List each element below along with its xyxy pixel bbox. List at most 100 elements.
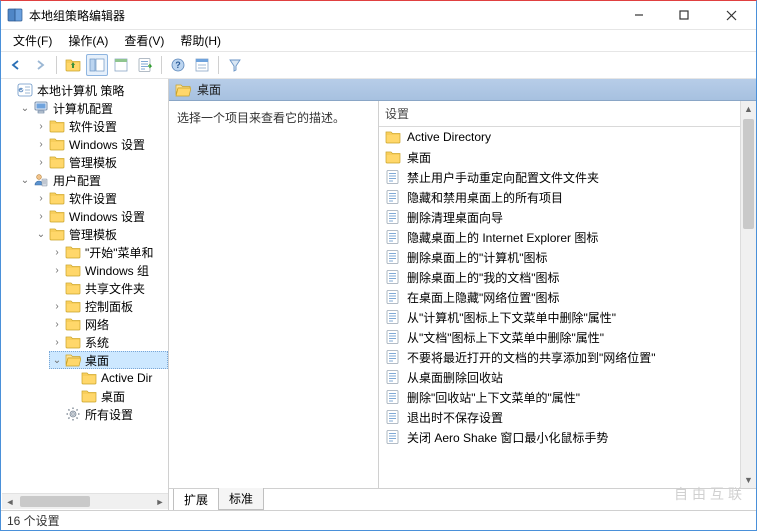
menu-file[interactable]: 文件(F) bbox=[5, 30, 60, 51]
export-button[interactable] bbox=[134, 54, 156, 76]
policy-icon bbox=[385, 389, 401, 405]
list-item-label: 删除"回收站"上下文菜单的"属性" bbox=[407, 389, 580, 406]
maximize-button[interactable] bbox=[661, 1, 706, 29]
tree-user-config[interactable]: ⌄ 用户配置 bbox=[17, 171, 168, 189]
scroll-thumb[interactable] bbox=[743, 119, 754, 229]
computer-icon bbox=[33, 100, 49, 116]
list-item[interactable]: 删除桌面上的"我的文档"图标 bbox=[379, 267, 740, 287]
expand-twisty-icon[interactable]: ⌄ bbox=[19, 103, 31, 114]
list-item[interactable]: 隐藏和禁用桌面上的所有项目 bbox=[379, 187, 740, 207]
tree-hscrollbar[interactable]: ◄ ► bbox=[2, 493, 168, 509]
list-item[interactable]: 隐藏桌面上的 Internet Explorer 图标 bbox=[379, 227, 740, 247]
nav-forward-button[interactable] bbox=[29, 54, 51, 76]
scroll-down-icon[interactable]: ▼ bbox=[741, 472, 756, 488]
tree-u-cpanel[interactable]: ›控制面板 bbox=[49, 297, 168, 315]
tree-pane: 本地计算机 策略 ⌄ 计算机配置 ›软件设置 ›Windows 设置 bbox=[1, 79, 169, 510]
tree-u-startmenu[interactable]: ›"开始"菜单和 bbox=[49, 243, 168, 261]
list-item[interactable]: 从"计算机"图标上下文菜单中删除"属性" bbox=[379, 307, 740, 327]
tree-label: 计算机配置 bbox=[53, 100, 113, 117]
tree-label: 桌面 bbox=[101, 388, 125, 405]
tree-u-system[interactable]: › 系统 bbox=[49, 333, 168, 351]
folder-icon bbox=[65, 280, 81, 296]
collapse-twisty-icon[interactable]: › bbox=[35, 121, 47, 132]
scroll-left-icon[interactable]: ◄ bbox=[2, 497, 18, 507]
window-title: 本地组策略编辑器 bbox=[29, 7, 616, 24]
list-item-label: 从"文档"图标上下文菜单中删除"属性" bbox=[407, 329, 604, 346]
properties-button[interactable] bbox=[110, 54, 132, 76]
toolbar-separator bbox=[161, 56, 162, 74]
show-tree-button[interactable] bbox=[86, 54, 108, 76]
menu-action[interactable]: 操作(A) bbox=[60, 30, 116, 51]
scroll-up-icon[interactable]: ▲ bbox=[741, 101, 756, 117]
tree-u-ad[interactable]: Active Dir bbox=[65, 369, 168, 387]
list-item[interactable]: Active Directory bbox=[379, 127, 740, 147]
list-item[interactable]: 禁止用户手动重定向配置文件文件夹 bbox=[379, 167, 740, 187]
tree-label: Windows 组 bbox=[85, 262, 149, 279]
toolbar-separator bbox=[218, 56, 219, 74]
folder-icon bbox=[49, 118, 65, 134]
column-header-setting[interactable]: 设置 bbox=[379, 101, 740, 127]
tab-standard[interactable]: 标准 bbox=[218, 488, 264, 510]
menu-view[interactable]: 查看(V) bbox=[116, 30, 172, 51]
expand-twisty-icon[interactable]: ⌄ bbox=[35, 229, 47, 240]
list-item-label: 删除桌面上的"我的文档"图标 bbox=[407, 269, 560, 286]
list-item[interactable]: 删除桌面上的"计算机"图标 bbox=[379, 247, 740, 267]
menu-help[interactable]: 帮助(H) bbox=[172, 30, 229, 51]
list-item[interactable]: 删除清理桌面向导 bbox=[379, 207, 740, 227]
up-level-button[interactable] bbox=[62, 54, 84, 76]
list-item[interactable]: 桌面 bbox=[379, 147, 740, 167]
close-button[interactable] bbox=[706, 1, 756, 29]
folder-icon bbox=[65, 316, 81, 332]
tree-label: 系统 bbox=[85, 334, 109, 351]
tree-u-shared[interactable]: 共享文件夹 bbox=[49, 279, 168, 297]
list-item-label: 从"计算机"图标上下文菜单中删除"属性" bbox=[407, 309, 616, 326]
tree-label: 管理模板 bbox=[69, 226, 117, 243]
tree-u-allsettings[interactable]: 所有设置 bbox=[49, 405, 168, 423]
collapse-twisty-icon[interactable]: › bbox=[51, 301, 63, 312]
collapse-twisty-icon[interactable]: › bbox=[51, 247, 63, 258]
collapse-twisty-icon[interactable]: › bbox=[35, 193, 47, 204]
tree-u-admin[interactable]: ⌄ 管理模板 bbox=[33, 225, 168, 243]
tree-computer-config[interactable]: ⌄ 计算机配置 bbox=[17, 99, 168, 117]
list-item[interactable]: 在桌面上隐藏"网络位置"图标 bbox=[379, 287, 740, 307]
options-button[interactable] bbox=[191, 54, 213, 76]
folder-icon bbox=[49, 154, 65, 170]
list-item[interactable]: 关闭 Aero Shake 窗口最小化鼠标手势 bbox=[379, 427, 740, 447]
expand-twisty-icon[interactable]: ⌄ bbox=[51, 355, 63, 366]
collapse-twisty-icon[interactable]: › bbox=[35, 157, 47, 168]
tree-u-network[interactable]: ›网络 bbox=[49, 315, 168, 333]
scroll-thumb[interactable] bbox=[20, 496, 90, 507]
tree-c-windows[interactable]: ›Windows 设置 bbox=[33, 135, 168, 153]
help-button[interactable]: ? bbox=[167, 54, 189, 76]
details-header: 桌面 bbox=[169, 79, 756, 101]
nav-back-button[interactable] bbox=[5, 54, 27, 76]
list-item[interactable]: 从"文档"图标上下文菜单中删除"属性" bbox=[379, 327, 740, 347]
expand-twisty-icon[interactable]: ⌄ bbox=[19, 175, 31, 186]
tab-extended[interactable]: 扩展 bbox=[173, 489, 219, 510]
collapse-twisty-icon[interactable]: › bbox=[35, 211, 47, 222]
policy-icon bbox=[385, 169, 401, 185]
list-item[interactable]: 删除"回收站"上下文菜单的"属性" bbox=[379, 387, 740, 407]
collapse-twisty-icon[interactable]: › bbox=[35, 139, 47, 150]
filter-button[interactable] bbox=[224, 54, 246, 76]
collapse-twisty-icon[interactable]: › bbox=[51, 319, 63, 330]
tree-root[interactable]: 本地计算机 策略 bbox=[1, 81, 168, 99]
collapse-twisty-icon[interactable]: › bbox=[51, 265, 63, 276]
tree-u-wincomp[interactable]: › Windows 组 bbox=[49, 261, 168, 279]
list-item-label: 隐藏和禁用桌面上的所有项目 bbox=[407, 189, 563, 206]
tree-c-admin[interactable]: ›管理模板 bbox=[33, 153, 168, 171]
list-item-label: 关闭 Aero Shake 窗口最小化鼠标手势 bbox=[407, 429, 608, 446]
tree-u-desktop[interactable]: ⌄桌面 bbox=[49, 351, 168, 369]
minimize-button[interactable] bbox=[616, 1, 661, 29]
tree-c-software[interactable]: ›软件设置 bbox=[33, 117, 168, 135]
list-vscrollbar[interactable]: ▲ ▼ bbox=[740, 101, 756, 488]
tree-u-desk2[interactable]: 桌面 bbox=[65, 387, 168, 405]
list-item[interactable]: 从桌面删除回收站 bbox=[379, 367, 740, 387]
tree-u-software[interactable]: ›软件设置 bbox=[33, 189, 168, 207]
scroll-right-icon[interactable]: ► bbox=[152, 497, 168, 507]
tree-u-windows[interactable]: ›Windows 设置 bbox=[33, 207, 168, 225]
list-item[interactable]: 不要将最近打开的文档的共享添加到"网络位置" bbox=[379, 347, 740, 367]
list-item[interactable]: 退出时不保存设置 bbox=[379, 407, 740, 427]
settings-list[interactable]: 设置 Active Directory桌面禁止用户手动重定向配置文件文件夹隐藏和… bbox=[379, 101, 740, 488]
collapse-twisty-icon[interactable]: › bbox=[51, 337, 63, 348]
